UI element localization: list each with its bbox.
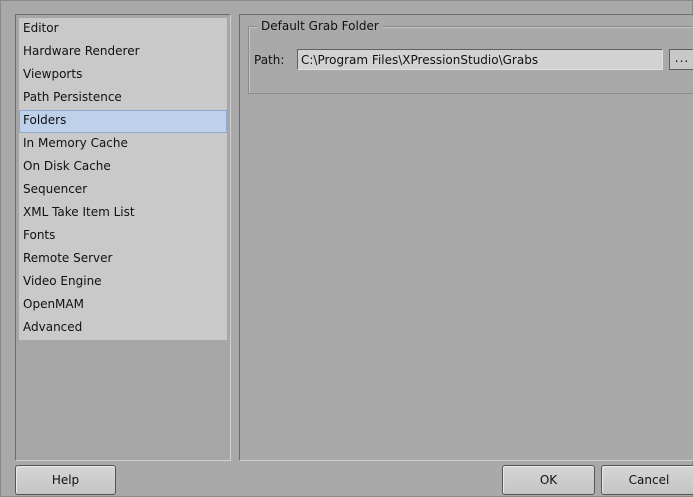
settings-panel: Default Grab Folder Path: ... — [239, 14, 693, 461]
category-item[interactable]: Video Engine — [19, 271, 227, 294]
path-input[interactable] — [297, 49, 663, 70]
category-item[interactable]: Path Persistence — [19, 87, 227, 110]
category-item[interactable]: On Disk Cache — [19, 156, 227, 179]
category-item[interactable]: Hardware Renderer — [19, 41, 227, 64]
help-label-rest: elp — [60, 473, 80, 487]
browse-button[interactable]: ... — [669, 49, 693, 70]
category-item[interactable]: In Memory Cache — [19, 133, 227, 156]
category-panel: Editor Hardware Renderer Viewports Path Per… — [15, 14, 231, 461]
cancel-button[interactable]: Cancel — [601, 465, 693, 495]
ok-mnemonic: O — [539, 473, 550, 487]
help-mnemonic: H — [51, 473, 61, 487]
cancel-mnemonic: C — [628, 473, 638, 487]
category-item[interactable]: Fonts — [19, 225, 227, 248]
category-item[interactable]: Viewports — [19, 64, 227, 87]
group-title: Default Grab Folder — [257, 18, 383, 34]
category-item[interactable]: Remote Server — [19, 248, 227, 271]
category-list[interactable]: Editor Hardware Renderer Viewports Path Per… — [19, 18, 227, 340]
path-label: Path: — [254, 53, 285, 67]
ok-button[interactable]: OK — [502, 465, 595, 495]
category-item[interactable]: Folders — [19, 110, 227, 133]
category-item[interactable]: Sequencer — [19, 179, 227, 202]
help-button[interactable]: Help — [15, 465, 116, 495]
category-item[interactable]: Advanced — [19, 317, 227, 340]
default-grab-folder-group: Default Grab Folder Path: ... — [248, 18, 693, 94]
ok-label-rest: K — [549, 473, 558, 487]
cancel-label-rest: ancel — [637, 473, 670, 487]
category-item[interactable]: OpenMAM — [19, 294, 227, 317]
category-item[interactable]: XML Take Item List — [19, 202, 227, 225]
category-item[interactable]: Editor — [19, 18, 227, 41]
preferences-window: Editor Hardware Renderer Viewports Path Per… — [0, 0, 693, 497]
